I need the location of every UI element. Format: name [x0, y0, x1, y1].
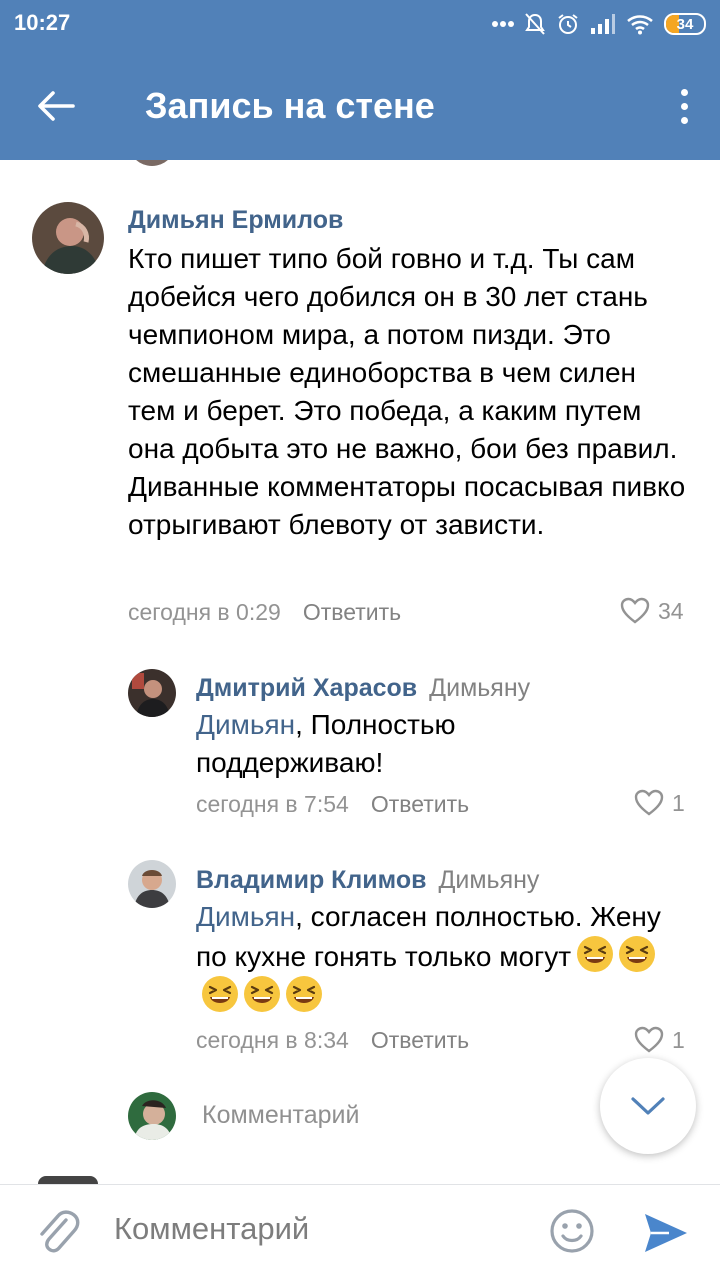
avatar[interactable] — [128, 669, 176, 717]
comment-text: Димьян, согласен полностью. Жену по кухн… — [196, 898, 666, 1016]
comment-author[interactable]: Дмитрий Харасов Димьяну — [196, 674, 530, 703]
app-header: 10:27 34 Запись на стене — [0, 0, 720, 160]
back-button[interactable] — [30, 82, 82, 130]
more-options-button[interactable] — [672, 82, 696, 130]
avatar[interactable] — [128, 860, 176, 908]
status-icons: 34 — [492, 12, 706, 36]
battery-icon: 34 — [664, 13, 706, 35]
comment-meta: сегодня в 0:29 Ответить — [128, 599, 401, 626]
comment-input[interactable]: Комментарий — [114, 1211, 309, 1247]
more-vertical-icon — [680, 88, 688, 96]
heart-icon — [620, 597, 650, 624]
comment-meta: сегодня в 8:34 Ответить — [196, 1027, 469, 1054]
grinning-squinting-face-emoji — [619, 936, 656, 972]
avatar — [38, 1176, 98, 1184]
avatar[interactable] — [128, 160, 176, 166]
reply-button[interactable]: Ответить — [303, 599, 401, 625]
paperclip-icon — [40, 1210, 80, 1253]
like-count: 1 — [672, 1026, 685, 1053]
mention-link[interactable]: Димьян — [196, 709, 295, 740]
heart-icon — [634, 789, 664, 816]
comment-text: Димьян, Полностью поддерживаю! — [196, 709, 456, 778]
grinning-squinting-face-emoji — [286, 976, 322, 1012]
comments-feed[interactable]: Димьян Ермилов Кто пишет типо бой говно … — [0, 160, 720, 1184]
attach-button[interactable] — [34, 1207, 82, 1259]
page-title: Запись на стене — [145, 85, 435, 126]
comment-author[interactable]: Димьян Ермилов — [128, 206, 343, 235]
like-button[interactable]: 1 — [634, 789, 685, 817]
reply-to-label: Димьяну — [438, 866, 540, 894]
mention-link[interactable]: Димьян — [196, 901, 295, 932]
signal-icon — [591, 14, 615, 34]
avatar — [128, 1092, 176, 1140]
like-count: 1 — [672, 789, 685, 816]
arrow-left-icon — [38, 91, 75, 121]
comment-meta: сегодня в 7:54 Ответить — [196, 791, 469, 818]
reply-button[interactable]: Ответить — [371, 791, 469, 817]
scroll-down-button[interactable] — [600, 1058, 696, 1154]
send-icon — [645, 1214, 687, 1252]
chevron-down-icon — [631, 1097, 665, 1115]
emoji-button[interactable] — [548, 1207, 596, 1255]
comment-time: сегодня в 7:54 — [196, 791, 349, 817]
comment-time: сегодня в 8:34 — [196, 1027, 349, 1053]
heart-icon — [634, 1026, 664, 1053]
status-bar: 10:27 34 — [0, 0, 720, 48]
comment-text: Кто пишет типо бой говно и т.д. Ты сам д… — [128, 243, 686, 540]
reply-button[interactable]: Ответить — [371, 1027, 469, 1053]
battery-percent: 34 — [676, 15, 694, 33]
avatar[interactable] — [32, 202, 104, 274]
reply-comment-input[interactable]: Комментарий — [202, 1101, 359, 1130]
grinning-squinting-face-emoji — [202, 976, 238, 1012]
status-time: 10:27 — [14, 10, 71, 35]
dots-icon — [492, 21, 514, 27]
send-button[interactable] — [640, 1209, 692, 1257]
like-button[interactable]: 1 — [634, 1026, 685, 1054]
grinning-squinting-face-emoji — [244, 976, 280, 1012]
like-count: 34 — [658, 597, 684, 624]
mute-icon — [525, 13, 545, 35]
grinning-squinting-face-emoji — [577, 936, 614, 972]
alarm-icon — [558, 14, 578, 34]
comment-author[interactable]: Владимир Климов Димьяну — [196, 866, 539, 895]
wifi-icon — [627, 15, 653, 35]
reply-to-label: Димьяну — [429, 674, 531, 702]
like-button[interactable]: 34 — [620, 597, 684, 625]
comment-composer: Комментарий — [0, 1184, 720, 1280]
comment-time: сегодня в 0:29 — [128, 599, 281, 625]
smile-icon — [550, 1209, 594, 1253]
